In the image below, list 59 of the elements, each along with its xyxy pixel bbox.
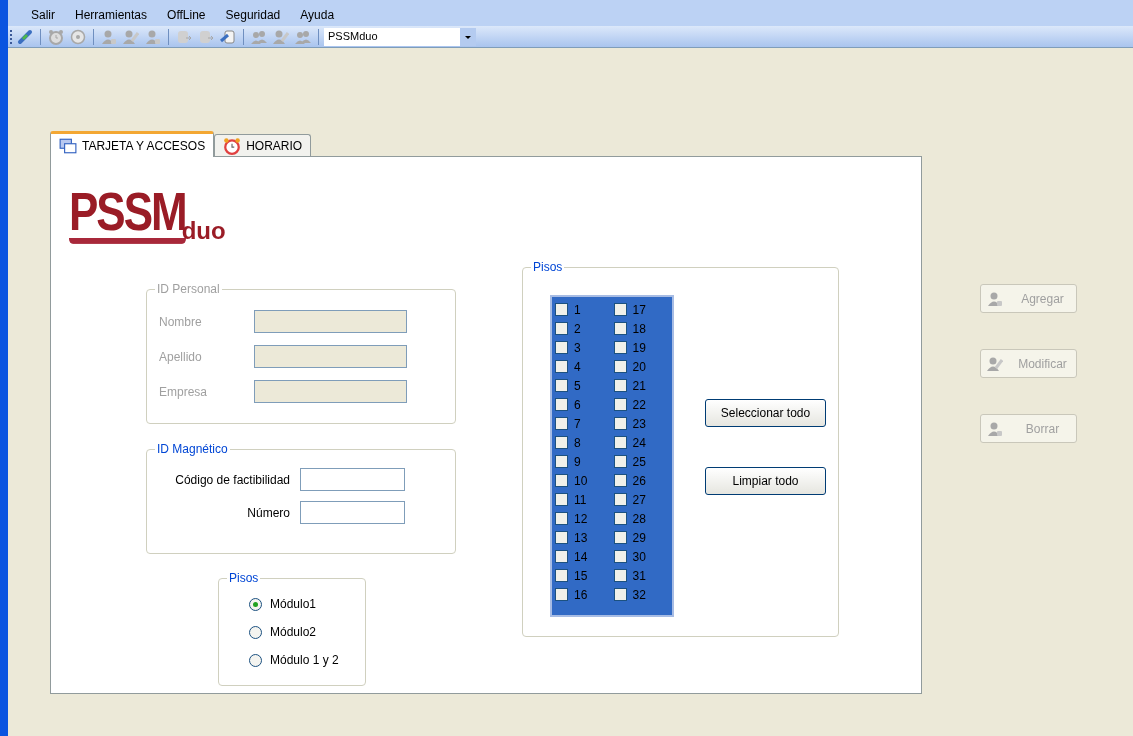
menu-item[interactable]: Salir: [24, 6, 62, 24]
radio-option[interactable]: Módulo2: [249, 623, 365, 641]
field-label: Número: [247, 504, 290, 522]
floor-checkbox[interactable]: 9: [555, 452, 611, 471]
floor-checkbox[interactable]: 11: [555, 490, 611, 509]
floor-checkbox[interactable]: 14: [555, 547, 611, 566]
floor-checkbox[interactable]: 24: [613, 433, 670, 452]
tab[interactable]: TARJETA Y ACCESOS: [50, 131, 215, 157]
tab[interactable]: HORARIO: [214, 134, 312, 156]
floor-checkbox[interactable]: 31: [613, 566, 670, 585]
floor-checkbox[interactable]: 2: [555, 319, 611, 338]
floor-checkbox[interactable]: 16: [555, 585, 611, 604]
radio-option[interactable]: Módulo 1 y 2: [249, 651, 365, 669]
menu-item[interactable]: Herramientas: [68, 6, 155, 24]
dropdown-value: PSSMduo: [327, 29, 378, 45]
floor-checkbox[interactable]: 28: [613, 509, 670, 528]
floor-checkbox[interactable]: 21: [613, 376, 670, 395]
person-pencil-icon: [987, 355, 1003, 372]
floor-checkbox[interactable]: 18: [613, 319, 670, 338]
floor-checkbox[interactable]: 20: [613, 357, 670, 376]
text-field[interactable]: [300, 501, 405, 524]
floor-checkbox[interactable]: 3: [555, 338, 611, 357]
floor-checkbox[interactable]: 12: [555, 509, 611, 528]
floor-checkbox[interactable]: 10: [555, 471, 611, 490]
floor-checkbox[interactable]: 15: [555, 566, 611, 585]
floor-checkbox[interactable]: 26: [613, 471, 670, 490]
group-title: ID Magnético: [155, 441, 230, 457]
project-dropdown[interactable]: PSSMduo: [324, 27, 476, 46]
floor-checkbox[interactable]: 30: [613, 547, 670, 566]
floor-checkbox[interactable]: 6: [555, 395, 611, 414]
floor-checkbox[interactable]: 23: [613, 414, 670, 433]
floor-checkbox[interactable]: 4: [555, 357, 611, 376]
action-button[interactable]: Limpiar todo: [705, 467, 826, 495]
floor-checkbox[interactable]: 29: [613, 528, 670, 547]
field-label: Empresa: [159, 383, 208, 401]
radio-option[interactable]: Módulo1: [249, 595, 365, 613]
action-button[interactable]: Seleccionar todo: [705, 399, 826, 427]
floor-checkbox[interactable]: 17: [613, 300, 670, 319]
floor-checkbox[interactable]: 22: [613, 395, 670, 414]
floor-checkbox[interactable]: 32: [613, 585, 670, 604]
floor-checkbox[interactable]: 25: [613, 452, 670, 471]
floor-checkbox[interactable]: 7: [555, 414, 611, 433]
field-label: Nombre: [159, 313, 202, 331]
menu-item[interactable]: Seguridad: [218, 6, 288, 24]
grip-icon: [10, 29, 13, 44]
floor-checkbox[interactable]: 19: [613, 338, 670, 357]
text-field[interactable]: [300, 468, 405, 491]
floor-checkbox[interactable]: 13: [555, 528, 611, 547]
floor-checkbox[interactable]: 8: [555, 433, 611, 452]
field-label: Código de factibilidad: [175, 471, 290, 489]
menu-item[interactable]: OffLine: [160, 6, 213, 24]
floor-checkbox[interactable]: 27: [613, 490, 670, 509]
person-icon: [987, 420, 1003, 437]
menu-item[interactable]: Ayuda: [293, 6, 342, 24]
field-label: Apellido: [159, 348, 202, 366]
windows-icon: [59, 136, 77, 155]
floor-checkbox[interactable]: 5: [555, 376, 611, 395]
floor-checkbox[interactable]: 1: [555, 300, 611, 319]
person-icon: [987, 290, 1003, 307]
